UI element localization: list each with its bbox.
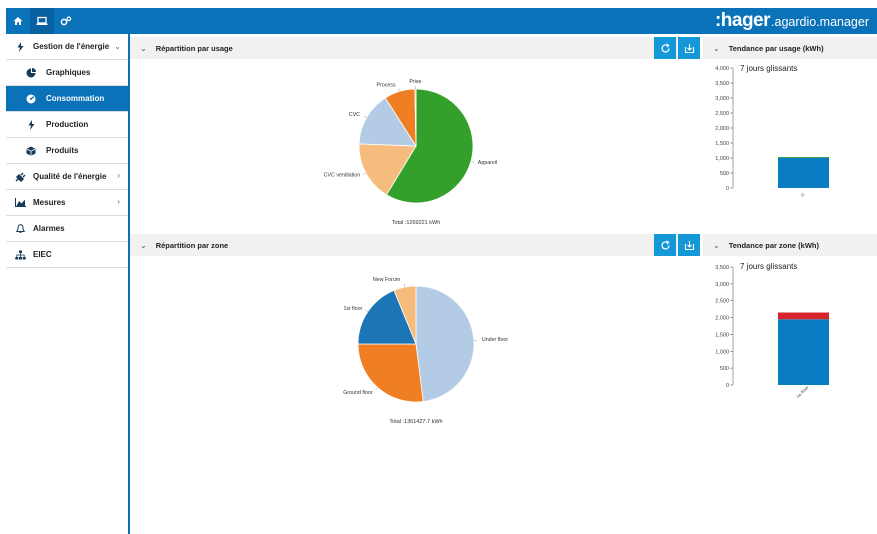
app-window: :hager .agardio.manager Gestion de l'éne… [6, 8, 877, 534]
pie-label-connector [470, 161, 474, 163]
y-tick-label: 1,500 [715, 141, 729, 147]
bar-segment[interactable] [778, 319, 829, 385]
y-tick-label: 2,500 [715, 111, 729, 117]
usage-trend-subtitle: 7 jours glissants [740, 64, 797, 73]
zone-pie-chart: Under floor Ground floor 1st floor New Foru… [343, 277, 508, 403]
usage-pie-chart: Appareil CVC ventilation CVC Process Prise [324, 79, 497, 204]
y-tick-label: 1,000 [715, 156, 729, 162]
y-tick-label: 500 [720, 171, 729, 177]
pie-slice-label: Process [377, 83, 396, 89]
y-tick-label: 3,000 [715, 96, 729, 102]
y-tick-label: 3,000 [715, 282, 729, 288]
y-tick-label: 0 [726, 383, 729, 389]
usage-trend-bar-chart: 0 500 1,000 1,500 2,000 2,500 3,000 3,500 4,000 c… [715, 66, 829, 198]
zone-total-label: Total :1361427.7 kWh [389, 419, 442, 425]
pie-slice-label: Appareil [478, 160, 497, 166]
pie-slice[interactable] [415, 285, 475, 402]
y-tick-label: 0 [726, 186, 729, 192]
pie-label-connector [365, 309, 368, 312]
charts-layer: Appareil CVC ventilation CVC Process Prise T… [324, 64, 829, 425]
usage-total-label: Total :1269221 kWh [392, 220, 441, 226]
y-tick-label: 3,500 [715, 265, 729, 271]
y-tick-label: 2,000 [715, 126, 729, 132]
y-tick-label: 1,500 [715, 332, 729, 338]
pie-slice-label: Under floor [482, 337, 508, 343]
pie-slice-label: New Forum [373, 277, 401, 283]
bar-segment[interactable] [778, 312, 829, 320]
y-tick-label: 2,500 [715, 299, 729, 305]
x-category-label: ci [800, 192, 806, 198]
bar-segment[interactable] [778, 157, 829, 188]
pie-slice-label: 1st floor [343, 306, 362, 312]
zone-trend-bar-chart: 0 500 1,000 1,500 2,000 2,500 3,000 3,500 ne flo… [715, 265, 829, 399]
x-category-label: ne floor [795, 385, 810, 400]
zone-trend-subtitle: 7 jours glissants [740, 262, 797, 271]
y-tick-label: 500 [720, 366, 729, 372]
y-tick-label: 2,000 [715, 316, 729, 322]
pie-label-connector [398, 88, 400, 92]
pie-slice-label: Prise [409, 79, 421, 85]
y-tick-label: 3,500 [715, 81, 729, 87]
pie-label-connector [403, 284, 406, 288]
pie-label-connector [363, 172, 366, 175]
pie-label-connector [375, 387, 378, 390]
y-tick-label: 4,000 [715, 66, 729, 72]
pie-label-connector [363, 115, 367, 118]
pie-slice-label: CVC [349, 112, 360, 118]
pie-slice-label: Ground floor [343, 390, 373, 396]
y-tick-label: 1,000 [715, 349, 729, 355]
bar-segment[interactable] [778, 157, 829, 158]
pie-slice-label: CVC ventilation [324, 172, 361, 178]
